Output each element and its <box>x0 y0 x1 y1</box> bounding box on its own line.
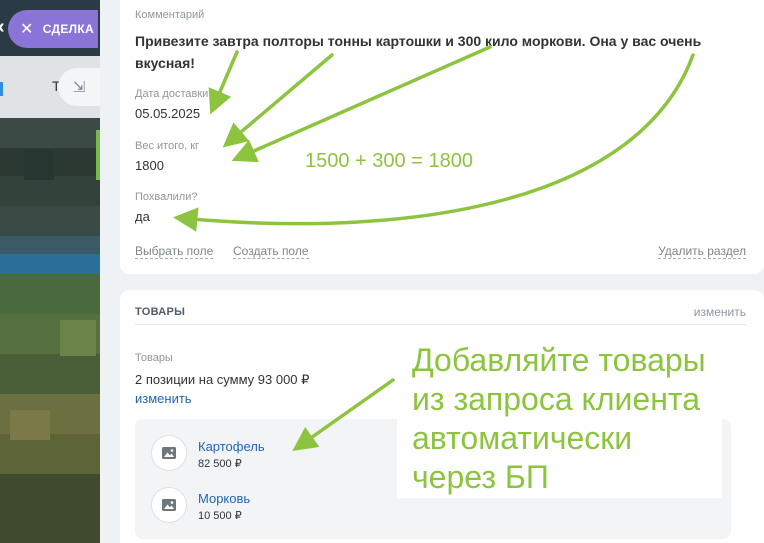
close-icon: ✕ <box>20 21 34 38</box>
product-name-link[interactable]: Морковь <box>198 491 250 506</box>
praised-label: Похвалили? <box>135 191 198 203</box>
details-card: Комментарий Привезите завтра полторы тон… <box>120 0 764 274</box>
product-price: 82 500 ₽ <box>198 458 242 470</box>
products-label: Товары <box>135 352 173 364</box>
comment-label: Комментарий <box>135 9 205 21</box>
product-name-link[interactable]: Картофель <box>198 439 265 454</box>
product-price: 10 500 ₽ <box>198 510 242 522</box>
automation-annotation: Добавляйте товары из запроса клиента авт… <box>397 333 722 498</box>
comment-text[interactable]: Привезите завтра полторы тонны картошки … <box>135 30 735 74</box>
create-field-link[interactable]: Создать поле <box>233 244 309 259</box>
deal-close-button[interactable]: ✕ СДЕЛКА <box>8 10 98 48</box>
back-chevron-icon[interactable]: ‹ <box>0 16 5 39</box>
image-placeholder-icon <box>151 435 187 471</box>
weight-value[interactable]: 1800 <box>135 158 164 173</box>
delete-section-link[interactable]: Удалить раздел <box>658 244 746 259</box>
deal-label: СДЕЛКА <box>42 22 94 36</box>
weight-label: Вес итого, кг <box>135 140 200 152</box>
praised-value[interactable]: да <box>135 209 150 224</box>
image-placeholder-icon <box>151 487 187 523</box>
delivery-date-value[interactable]: 05.05.2025 <box>135 106 200 121</box>
section-divider <box>135 324 747 325</box>
delivery-date-label: Дата доставки <box>135 88 209 100</box>
sum-annotation: 1500 + 300 = 1800 <box>291 141 491 181</box>
select-field-link[interactable]: Выбрать поле <box>135 244 214 259</box>
products-section-title: ТОВАРЫ <box>135 306 186 318</box>
products-edit-link[interactable]: изменить <box>694 305 746 319</box>
collapse-icon: ⇲ <box>72 79 86 96</box>
products-summary: 2 позиции на сумму 93 000 ₽ <box>135 372 310 387</box>
tab-indicator <box>0 82 3 96</box>
collapse-button[interactable]: ⇲ <box>58 68 100 106</box>
products-summary-edit-link[interactable]: изменить <box>135 391 192 406</box>
